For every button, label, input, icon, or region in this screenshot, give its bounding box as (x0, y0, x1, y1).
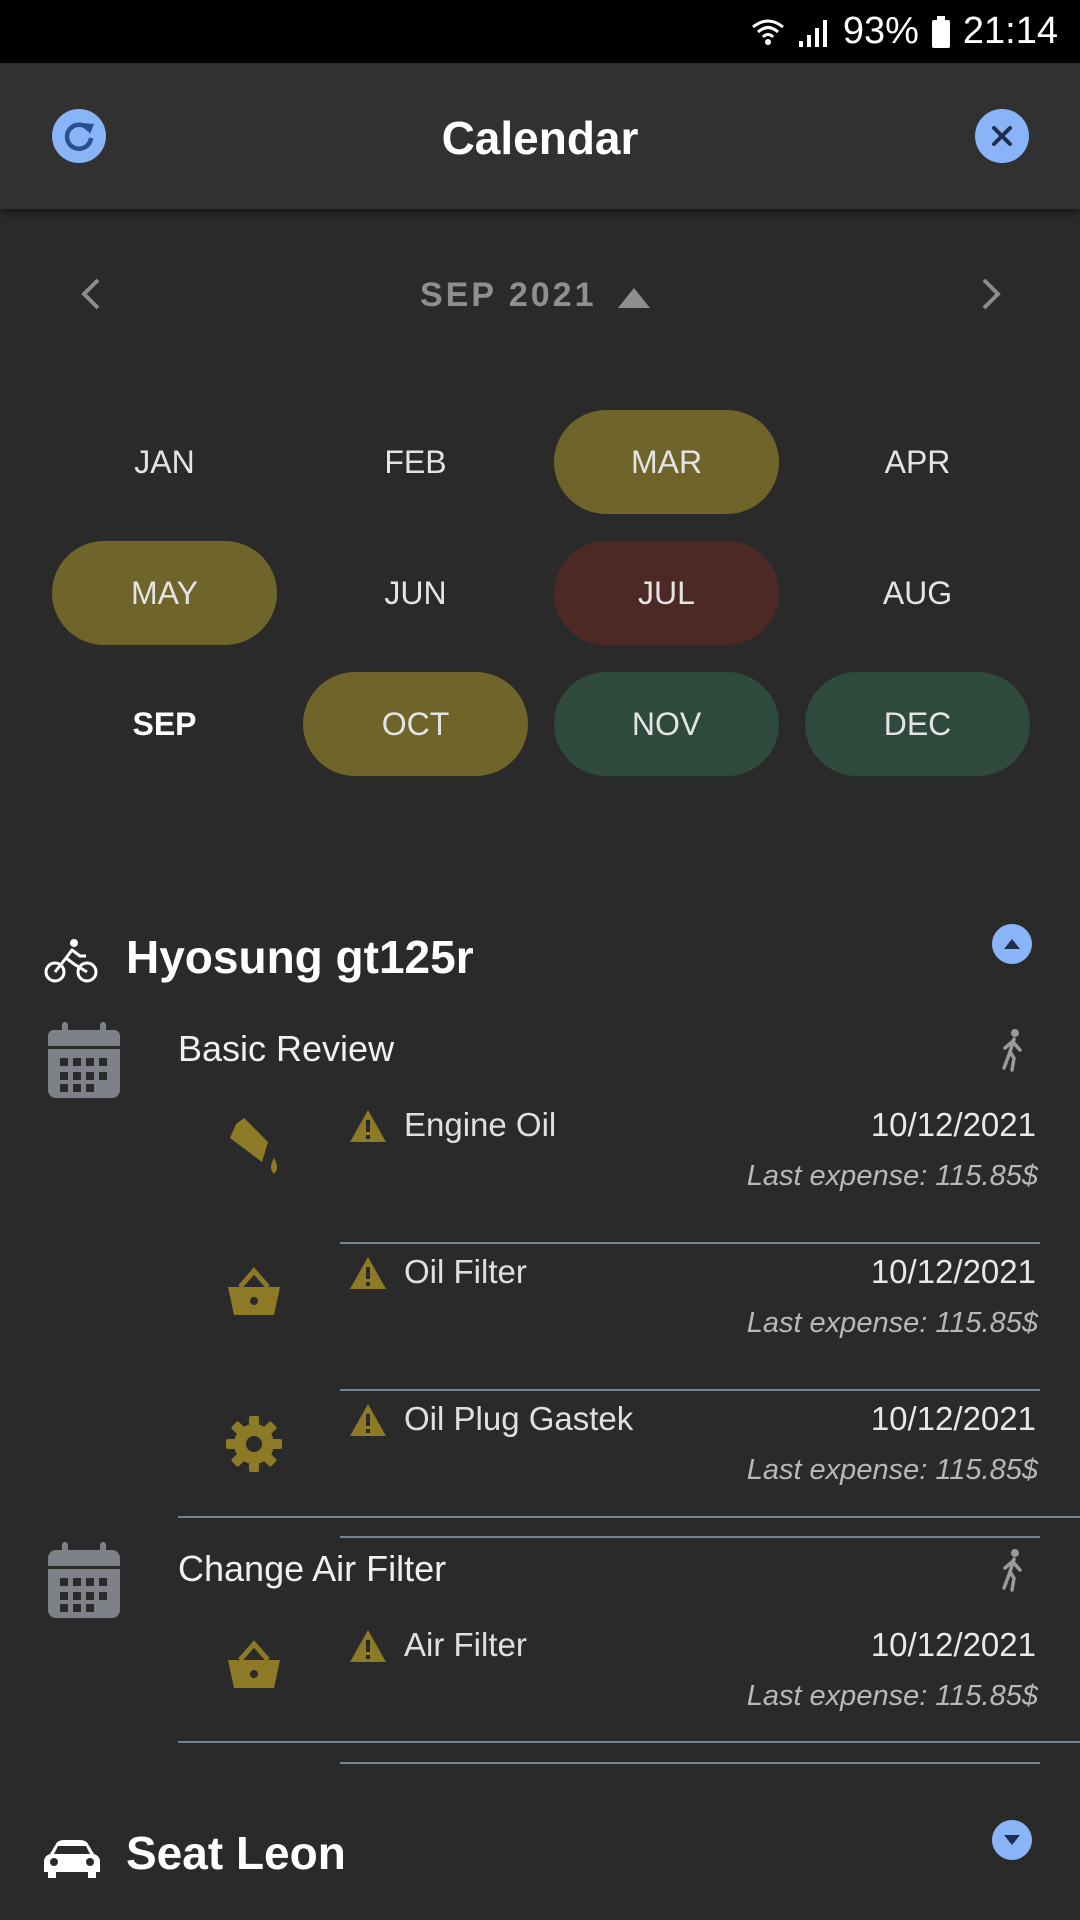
status-bar: 93% 21:14 (0, 0, 1080, 63)
month-oct[interactable]: OCT (303, 672, 528, 776)
current-month-label[interactable]: SEP 2021 (420, 276, 597, 315)
warning-icon (350, 1110, 386, 1142)
walking-icon (1002, 1029, 1022, 1072)
part-row-engine-oil[interactable]: Engine Oil 10/12/2021 Last expense: 115.… (0, 1098, 1080, 1244)
vehicle-name: Seat Leon (126, 1827, 346, 1879)
part-row-oil-filter[interactable]: Oil Filter 10/12/2021 Last expense: 115.… (0, 1245, 1080, 1391)
part-last-expense: Last expense: 115.85$ (746, 1454, 1038, 1486)
basket-icon (228, 1640, 280, 1688)
divider (340, 1536, 1040, 1538)
walking-icon (1002, 1549, 1022, 1592)
divider (340, 1762, 1040, 1764)
vehicle-name: Hyosung gt125r (126, 931, 474, 983)
collapse-button[interactable] (992, 924, 1032, 964)
warning-icon (350, 1257, 386, 1289)
chevron-left-icon[interactable] (72, 274, 112, 314)
close-icon (992, 126, 1012, 146)
task-divider (178, 1516, 1080, 1518)
month-mar[interactable]: MAR (554, 410, 779, 514)
app-bar: Calendar (0, 63, 1080, 209)
divider (340, 1242, 1040, 1244)
triangle-up-icon[interactable] (614, 282, 654, 312)
part-name: Oil Filter (404, 1253, 527, 1290)
month-may[interactable]: MAY (52, 541, 277, 645)
month-nov[interactable]: NOV (554, 672, 779, 776)
part-last-expense: Last expense: 115.85$ (746, 1680, 1038, 1712)
triangle-down-icon (1004, 1835, 1020, 1845)
month-jun[interactable]: JUN (303, 541, 528, 645)
month-jan[interactable]: JAN (52, 410, 277, 514)
part-date: 10/12/2021 (870, 1253, 1036, 1290)
part-date: 10/12/2021 (870, 1400, 1036, 1437)
triangle-up-icon (1004, 939, 1020, 949)
vehicle-header-hyosung[interactable]: Hyosung gt125r (0, 920, 1080, 1000)
car-icon (44, 1840, 100, 1878)
basket-icon (228, 1267, 280, 1315)
motorbike-icon (44, 939, 98, 983)
part-name: Air Filter (404, 1626, 527, 1663)
clock: 21:14 (962, 10, 1058, 52)
part-name: Engine Oil (404, 1106, 557, 1143)
part-date: 10/12/2021 (870, 1106, 1036, 1143)
month-dec[interactable]: DEC (805, 672, 1030, 776)
warning-icon (350, 1630, 386, 1662)
chevron-right-icon[interactable] (970, 274, 1010, 314)
month-aug[interactable]: AUG (805, 541, 1030, 645)
task-header-change-air-filter[interactable]: Change Air Filter (0, 1540, 1080, 1620)
part-last-expense: Last expense: 115.85$ (746, 1160, 1038, 1192)
task-title: Change Air Filter (178, 1548, 447, 1589)
divider (340, 1389, 1040, 1391)
month-navigation: SEP 2021 (0, 260, 1080, 332)
task-divider (178, 1741, 1080, 1743)
page-title: Calendar (441, 112, 639, 164)
task-header-basic-review[interactable]: Basic Review (0, 1020, 1080, 1100)
part-date: 10/12/2021 (870, 1626, 1036, 1663)
task-title: Basic Review (178, 1028, 395, 1069)
warning-icon (350, 1404, 386, 1436)
calendar-icon (48, 1022, 120, 1098)
battery-icon (931, 15, 950, 48)
calendar-icon (48, 1542, 120, 1618)
close-button[interactable] (975, 109, 1029, 163)
month-jul[interactable]: JUL (554, 541, 779, 645)
wifi-icon (751, 19, 784, 45)
gear-icon (226, 1416, 282, 1472)
month-feb[interactable]: FEB (303, 410, 528, 514)
oil-can-icon (230, 1118, 277, 1174)
vehicle-header-seat-leon[interactable]: Seat Leon (0, 1816, 1080, 1896)
month-apr[interactable]: APR (805, 410, 1030, 514)
month-sep[interactable]: SEP (52, 672, 277, 776)
expand-button[interactable] (992, 1820, 1032, 1860)
signal-icon (798, 19, 827, 47)
part-last-expense: Last expense: 115.85$ (746, 1307, 1038, 1339)
battery-percent: 93% (842, 10, 919, 52)
part-name: Oil Plug Gastek (404, 1400, 634, 1437)
